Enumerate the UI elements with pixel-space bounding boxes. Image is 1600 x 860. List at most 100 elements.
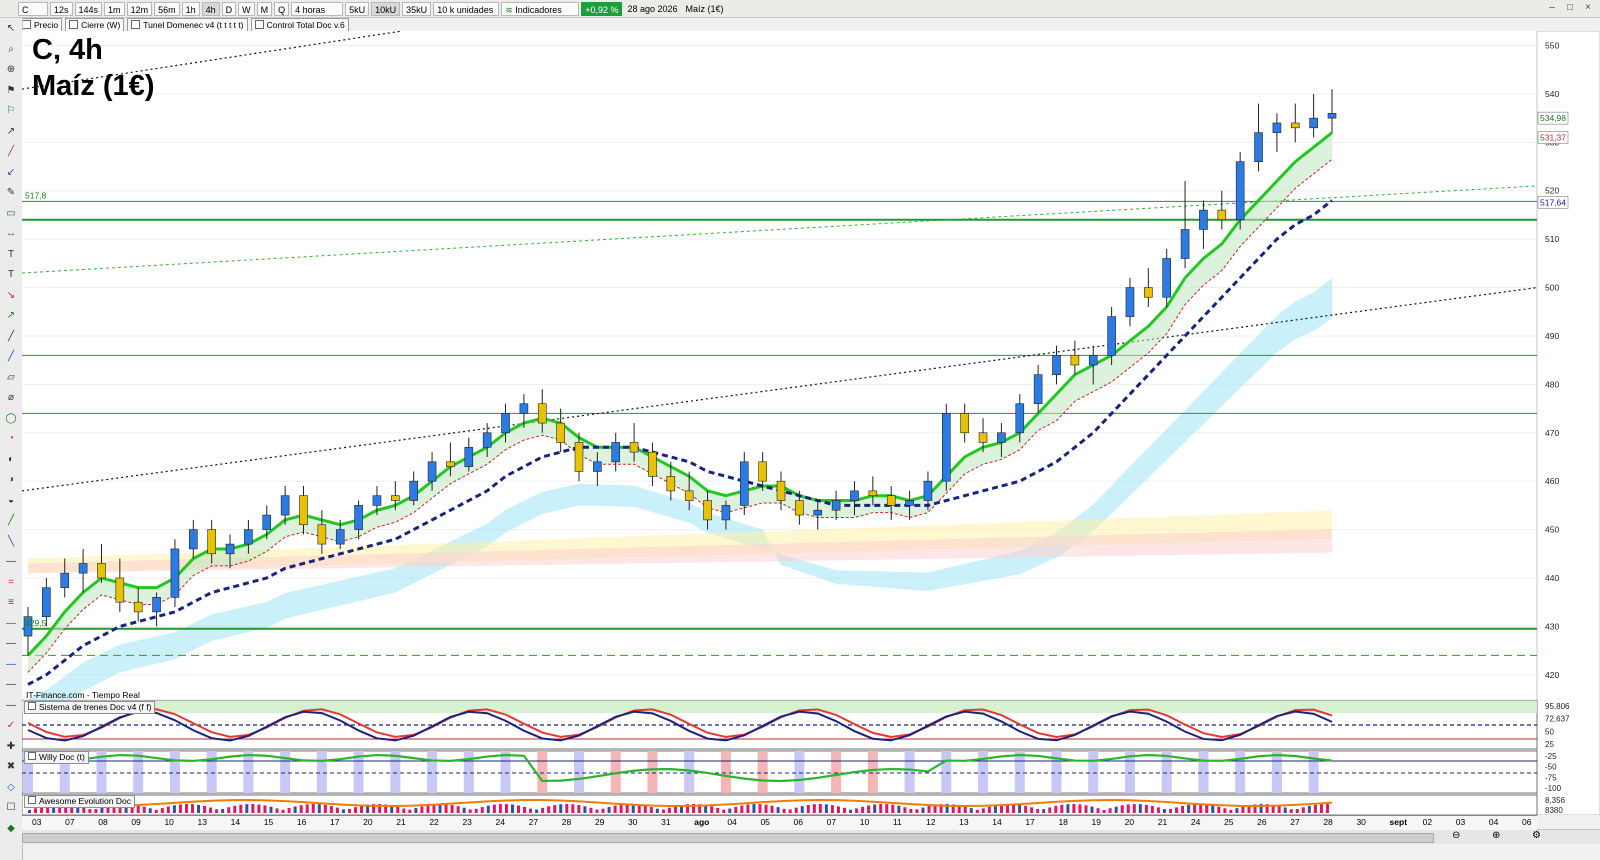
timeframe-button-W[interactable]: W bbox=[238, 1, 255, 16]
candle-body bbox=[942, 413, 951, 482]
checkbox-icon[interactable] bbox=[28, 702, 36, 710]
drawing-tool-15-icon[interactable]: ╱ bbox=[4, 330, 18, 344]
awesome-bar bbox=[1072, 804, 1076, 813]
subpane-label-willy[interactable]: Willy Doc (t) bbox=[24, 751, 89, 764]
drawing-tool-26-icon[interactable]: — bbox=[4, 555, 18, 569]
volume-button-5kU[interactable]: 5kU bbox=[345, 1, 370, 16]
drawing-tool-37-icon[interactable]: ◇ bbox=[4, 781, 18, 795]
volume-button-35kU[interactable]: 35kU bbox=[402, 1, 432, 16]
checkbox-icon[interactable] bbox=[131, 20, 141, 29]
drawing-tool-35-icon[interactable]: ✚ bbox=[4, 740, 18, 754]
drawing-tool-22-icon[interactable]: ◑ bbox=[4, 473, 18, 487]
symbol-select[interactable]: C bbox=[18, 1, 48, 16]
timeframe-button-12s[interactable]: 12s bbox=[50, 1, 73, 16]
period-select[interactable]: 4 horas bbox=[291, 1, 344, 16]
horizontal-scrollbar[interactable]: ⊖ ⊕ ⚙ bbox=[22, 829, 1600, 844]
willy-bar bbox=[1198, 751, 1209, 793]
drawing-tool-13-icon[interactable]: ↘ bbox=[4, 289, 18, 303]
drawing-tool-1-icon[interactable]: ⌕ bbox=[4, 43, 18, 57]
checkbox-icon[interactable] bbox=[69, 20, 79, 29]
drawing-tool-12-icon[interactable]: T bbox=[4, 268, 18, 282]
drawing-tool-19-icon[interactable]: ◯ bbox=[4, 412, 18, 426]
drawing-tool-9-icon[interactable]: ▭ bbox=[4, 207, 18, 221]
timeframe-button-144s[interactable]: 144s bbox=[74, 1, 103, 16]
scrollbar-thumb[interactable] bbox=[22, 833, 1434, 843]
checkbox-icon[interactable] bbox=[22, 20, 31, 29]
drawing-tool-21-icon[interactable]: ◐ bbox=[4, 453, 18, 467]
drawing-tool-17-icon[interactable]: ▱ bbox=[4, 371, 18, 385]
minimize-icon[interactable]: – bbox=[1546, 2, 1558, 14]
awesome-bar bbox=[486, 805, 490, 813]
volume-button-10kU[interactable]: 10kU bbox=[371, 1, 401, 16]
indicator-tab-2[interactable]: Tunel Domenec v4 (t t t t t) bbox=[127, 18, 248, 32]
indicators-button[interactable]: ≋ Indicadores bbox=[501, 1, 580, 16]
drawing-tool-16-icon[interactable]: ╱ bbox=[4, 350, 18, 364]
checkbox-icon[interactable] bbox=[28, 796, 36, 804]
drawing-tool-2-icon[interactable]: ⊕ bbox=[4, 63, 18, 77]
timeframe-button-12m[interactable]: 12m bbox=[126, 1, 153, 16]
drawing-tool-33-icon[interactable]: — bbox=[4, 699, 18, 713]
price-tick-label: 430 bbox=[1545, 621, 1559, 631]
zoom-in-icon[interactable]: ⊕ bbox=[1492, 830, 1500, 841]
drawing-tool-31-icon[interactable]: — bbox=[4, 658, 18, 672]
awesome-bar bbox=[474, 808, 478, 813]
drawing-tool-18-icon[interactable]: ⌀ bbox=[4, 391, 18, 405]
time-tick-label: 23 bbox=[462, 817, 472, 827]
checkbox-icon[interactable] bbox=[28, 752, 36, 760]
candle-body bbox=[317, 524, 327, 545]
drawing-tool-4-icon[interactable]: ⚐ bbox=[4, 104, 18, 118]
drawing-tool-30-icon[interactable]: — bbox=[4, 637, 18, 651]
drawing-tool-23-icon[interactable]: ◒ bbox=[4, 494, 18, 508]
timeframe-button-Q[interactable]: Q bbox=[274, 1, 290, 16]
awesome-bar bbox=[836, 806, 840, 813]
timeframe-button-M[interactable]: M bbox=[256, 1, 273, 16]
drawing-tool-28-icon[interactable]: ≡ bbox=[4, 596, 18, 610]
timeframe-button-1h[interactable]: 1h bbox=[181, 1, 200, 16]
zoom-out-icon[interactable]: ⊖ bbox=[1452, 830, 1460, 841]
timeframe-button-D[interactable]: D bbox=[221, 1, 237, 16]
candle-body bbox=[1144, 287, 1153, 298]
timeframe-button-1m[interactable]: 1m bbox=[104, 1, 125, 16]
awesome-bar bbox=[510, 804, 514, 813]
timeframe-button-4h[interactable]: 4h bbox=[201, 1, 220, 16]
awesome-bar bbox=[601, 808, 605, 813]
drawing-tool-20-icon[interactable]: ◔ bbox=[4, 432, 18, 446]
drawing-tool-0-icon[interactable]: ↖ bbox=[4, 22, 18, 36]
close-icon[interactable]: × bbox=[1582, 2, 1594, 14]
indicator-tab-0[interactable]: Precio bbox=[18, 18, 63, 32]
time-tick-label: 04 bbox=[727, 817, 737, 827]
timeframe-button-56m[interactable]: 56m bbox=[154, 1, 180, 16]
drawing-tool-11-icon[interactable]: T bbox=[4, 248, 18, 262]
drawing-tool-14-icon[interactable]: ↗ bbox=[4, 309, 18, 323]
drawing-tool-25-icon[interactable]: ╲ bbox=[4, 535, 18, 549]
drawing-tool-24-icon[interactable]: ╱ bbox=[4, 514, 18, 528]
drawing-tool-5-icon[interactable]: ↗ bbox=[4, 125, 18, 139]
indicator-tab-1[interactable]: Cierre (W) bbox=[65, 18, 125, 32]
candle-body bbox=[1125, 287, 1135, 317]
checkbox-icon[interactable] bbox=[254, 20, 264, 29]
drawing-tool-39-icon[interactable]: ◆ bbox=[4, 822, 18, 836]
chart-title-instrument: Maíz (1€) bbox=[32, 70, 155, 102]
chart-area[interactable]: 4204304404504604704804905005105205305405… bbox=[22, 31, 1600, 815]
drawing-tool-34-icon[interactable]: ✓ bbox=[4, 719, 18, 733]
awesome-bar bbox=[160, 808, 164, 813]
drawing-tool-3-icon[interactable]: ⚑ bbox=[4, 84, 18, 98]
awesome-bar bbox=[673, 806, 677, 813]
drawing-tool-8-icon[interactable]: ✎ bbox=[4, 186, 18, 200]
overbought-zone bbox=[22, 701, 1537, 713]
drawing-tool-36-icon[interactable]: ✖ bbox=[4, 760, 18, 774]
drawing-tool-27-icon[interactable]: = bbox=[4, 576, 18, 590]
maximize-icon[interactable]: □ bbox=[1564, 2, 1576, 14]
subpane-label-trenes[interactable]: Sistema de trenes Doc v4 (f f) bbox=[24, 701, 156, 714]
time-tick-label: 14 bbox=[230, 817, 241, 827]
drawing-tool-6-icon[interactable]: ╱ bbox=[4, 145, 18, 159]
drawing-tool-10-icon[interactable]: ↔ bbox=[4, 227, 18, 241]
drawing-tool-32-icon[interactable]: — bbox=[4, 678, 18, 692]
units-select[interactable]: 10 k unidades bbox=[433, 1, 500, 16]
settings-icon[interactable]: ⚙ bbox=[1532, 830, 1541, 841]
drawing-tool-38-icon[interactable]: ☐ bbox=[4, 801, 18, 815]
drawing-tool-29-icon[interactable]: — bbox=[4, 617, 18, 631]
drawing-tool-7-icon[interactable]: ↙ bbox=[4, 166, 18, 180]
indicator-tab-3[interactable]: Control Total Doc v.6 bbox=[250, 18, 349, 32]
subpane-label-awesome[interactable]: Awesome Evolution Doc bbox=[24, 795, 135, 808]
